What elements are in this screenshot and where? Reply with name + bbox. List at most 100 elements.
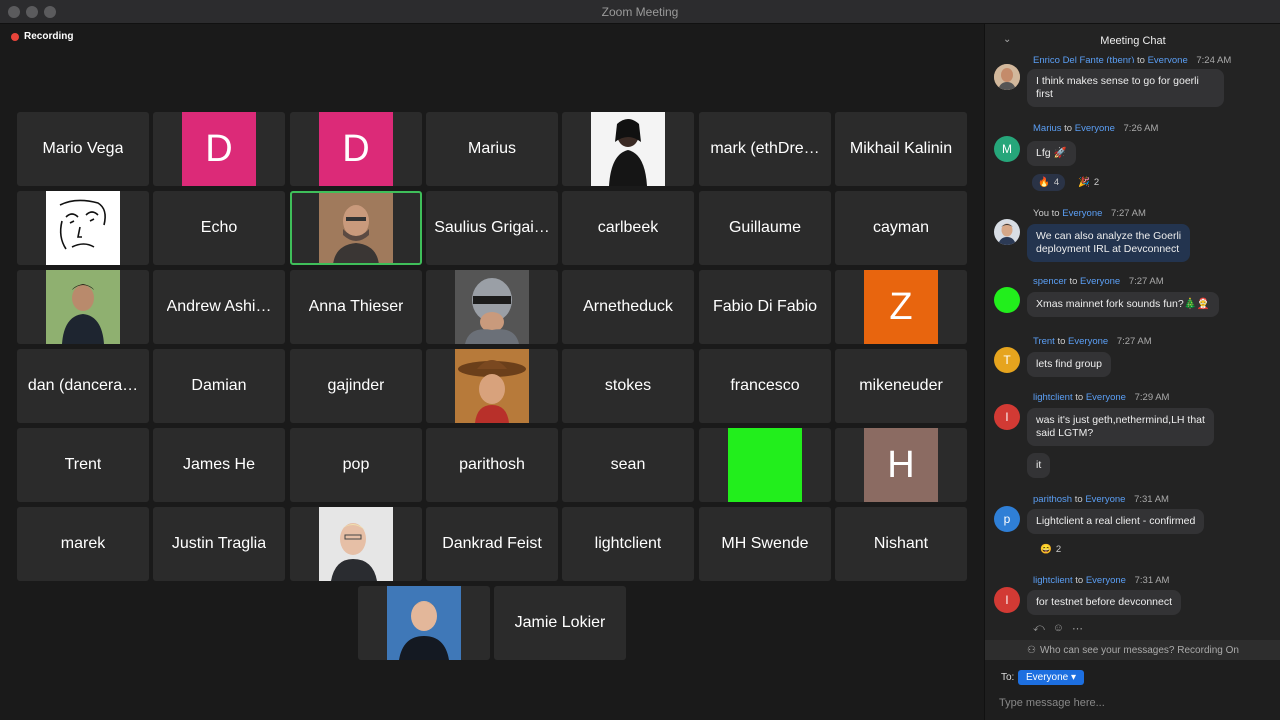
chat-compose: To: Everyone ▾ xyxy=(985,660,1280,720)
privacy-notice[interactable]: ⚇ Who can see your messages? Recording O… xyxy=(985,640,1280,660)
participant-tile[interactable]: Andrew Ashi… xyxy=(153,270,285,344)
participant-photo xyxy=(46,270,120,344)
reaction-smile[interactable]: 😄 2 xyxy=(1034,541,1067,558)
participant-name: MH Swende xyxy=(721,535,809,552)
participant-tile[interactable]: francesco xyxy=(699,349,831,423)
participant-name: Trent xyxy=(64,456,102,473)
participant-name: Guillaume xyxy=(728,219,802,236)
participant-name: carlbeek xyxy=(597,219,659,236)
recipient-label: To: xyxy=(1001,672,1015,683)
participant-tile[interactable]: Echo xyxy=(153,191,285,265)
participant-avatar: D xyxy=(182,112,256,186)
participant-tile[interactable]: Z xyxy=(835,270,967,344)
participant-avatar: H xyxy=(864,428,938,502)
message-meta: spencer to Everyone 7:27 AM xyxy=(1033,276,1164,287)
participant-tile[interactable]: Dankrad Feist xyxy=(426,507,558,581)
participant-name: Arnetheduck xyxy=(583,298,673,315)
message-bubble[interactable]: Lightclient a real client - confirmed xyxy=(1027,509,1205,534)
participant-name: francesco xyxy=(730,377,800,394)
participant-name: stokes xyxy=(604,377,652,394)
participant-tile[interactable]: cayman xyxy=(835,191,967,265)
recording-label: Recording xyxy=(24,31,74,42)
participant-tile[interactable]: Arnetheduck xyxy=(562,270,694,344)
message-meta: lightclient to Everyone 7:31 AM xyxy=(1033,575,1170,586)
participant-tile-active-speaker[interactable] xyxy=(290,191,422,265)
participant-tile[interactable]: gajinder xyxy=(290,349,422,423)
participant-tile[interactable]: Damian xyxy=(153,349,285,423)
participant-name: mark (ethDre… xyxy=(710,140,820,157)
participant-tile[interactable] xyxy=(426,349,558,423)
message-bubble[interactable]: I think makes sense to go for goerli fir… xyxy=(1027,69,1224,107)
reply-icon[interactable]: ⤺ xyxy=(1033,622,1045,635)
recording-dot-icon xyxy=(11,32,19,41)
participant-tile[interactable] xyxy=(358,586,490,660)
chat-title: Meeting Chat xyxy=(1100,35,1166,47)
participant-tile[interactable]: carlbeek xyxy=(562,191,694,265)
message-meta: You to Everyone 7:27 AM xyxy=(1033,208,1146,219)
participant-tile[interactable]: D xyxy=(290,112,422,186)
participant-tile[interactable]: MH Swende xyxy=(699,507,831,581)
message-bubble[interactable]: for testnet before devconnect xyxy=(1027,590,1182,615)
participant-tile[interactable]: Trent xyxy=(17,428,149,502)
participant-photo xyxy=(319,193,393,263)
participant-tile[interactable]: stokes xyxy=(562,349,694,423)
participant-tile[interactable]: pop xyxy=(290,428,422,502)
participant-tile[interactable]: dan (dancera… xyxy=(17,349,149,423)
message-bubble[interactable]: Lfg 🚀 xyxy=(1027,141,1076,166)
participant-tile[interactable] xyxy=(290,507,422,581)
participant-tile[interactable] xyxy=(699,428,831,502)
participant-tile[interactable]: sean xyxy=(562,428,694,502)
participant-tile[interactable]: Marius xyxy=(426,112,558,186)
reaction-fire[interactable]: 🔥 4 xyxy=(1032,174,1066,191)
participant-tile[interactable]: H xyxy=(835,428,967,502)
participant-tile[interactable]: Anna Thieser xyxy=(290,270,422,344)
participant-tile[interactable] xyxy=(17,191,149,265)
participant-tile[interactable] xyxy=(562,112,694,186)
message-bubble[interactable]: was it's just geth,nethermind,LH that sa… xyxy=(1027,408,1214,446)
message-meta: lightclient to Everyone 7:29 AM xyxy=(1033,392,1170,403)
message-bubble[interactable]: lets find group xyxy=(1027,352,1111,377)
participant-tile[interactable]: Mario Vega xyxy=(17,112,149,186)
recipient-select[interactable]: Everyone ▾ xyxy=(1018,670,1085,685)
participant-tile[interactable]: Jamie Lokier xyxy=(494,586,626,660)
participant-name: parithosh xyxy=(459,456,525,473)
title-bar: Zoom Meeting xyxy=(0,0,1280,24)
more-icon[interactable]: ⋯ xyxy=(1072,622,1083,635)
participant-name: mikeneuder xyxy=(859,377,943,394)
participant-name: dan (dancera… xyxy=(27,377,139,394)
reaction-party[interactable]: 🎉 2 xyxy=(1072,174,1105,191)
recording-indicator[interactable]: Recording xyxy=(11,31,73,42)
message-bubble[interactable]: it xyxy=(1027,453,1051,478)
participant-tile[interactable]: mikeneuder xyxy=(835,349,967,423)
participant-name: marek xyxy=(60,535,106,552)
message-bubble[interactable]: We can also analyze the Goerli deploymen… xyxy=(1027,224,1191,262)
participant-tile[interactable]: James He xyxy=(153,428,285,502)
participant-tile[interactable]: lightclient xyxy=(562,507,694,581)
message-meta: Trent to Everyone 7:27 AM xyxy=(1033,336,1152,347)
participant-tile[interactable]: D xyxy=(153,112,285,186)
participant-tile[interactable]: Mikhail Kalinin xyxy=(835,112,967,186)
participant-tile[interactable]: Saulius Grigai… xyxy=(426,191,558,265)
participant-name: Andrew Ashi… xyxy=(166,298,272,315)
message-actions: ⤺ ☺ ⋯ xyxy=(1033,622,1083,635)
participant-tile[interactable]: parithosh xyxy=(426,428,558,502)
participant-video-green xyxy=(728,428,802,502)
add-reaction-icon[interactable]: ☺ xyxy=(1053,622,1064,635)
message-input[interactable] xyxy=(999,694,1259,712)
message-meta: Enrico Del Fante (tbenr) to Everyone 7:2… xyxy=(1033,55,1232,63)
participant-tile[interactable]: Fabio Di Fabio xyxy=(699,270,831,344)
participant-name: sean xyxy=(610,456,646,473)
zoom-window: Zoom Meeting Recording Mario Vega D D Ma… xyxy=(0,0,1280,720)
message-bubble[interactable]: Xmas mainnet fork sounds fun?🎄🤶 xyxy=(1027,292,1219,317)
participant-tile[interactable]: marek xyxy=(17,507,149,581)
participant-name: Echo xyxy=(200,219,238,236)
participant-tile[interactable]: Justin Traglia xyxy=(153,507,285,581)
person-info-icon: ⚇ xyxy=(1027,644,1036,656)
participant-tile[interactable]: Guillaume xyxy=(699,191,831,265)
participant-tile[interactable]: Nishant xyxy=(835,507,967,581)
video-gallery: Recording Mario Vega D D Marius mark (et… xyxy=(0,24,984,720)
participant-name: cayman xyxy=(872,219,930,236)
participant-tile[interactable]: mark (ethDre… xyxy=(699,112,831,186)
participant-tile[interactable] xyxy=(17,270,149,344)
participant-tile[interactable] xyxy=(426,270,558,344)
